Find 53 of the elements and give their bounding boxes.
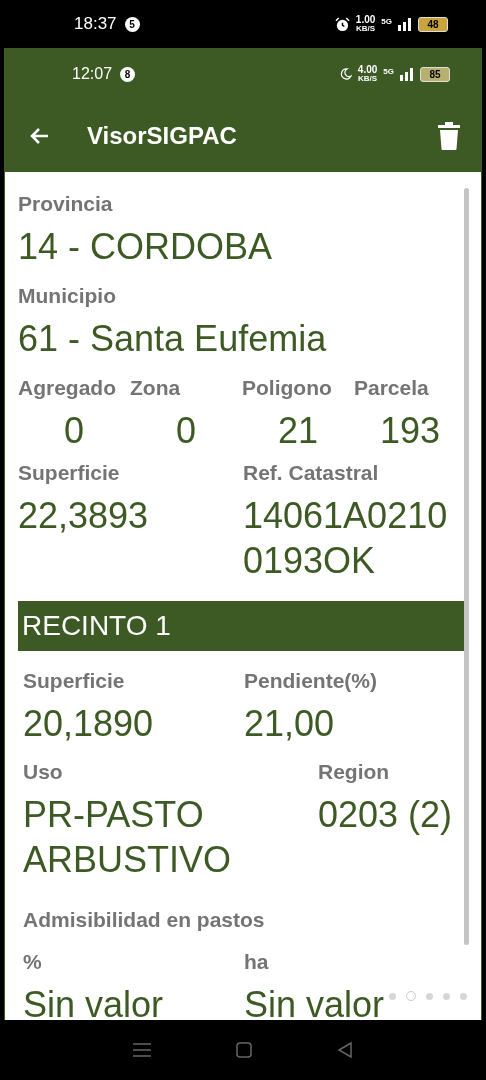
status-time: 12:07 xyxy=(72,65,113,83)
field-label: Municipio xyxy=(18,283,117,309)
network-speed: 1.00 KB/S xyxy=(355,15,376,33)
page-dot[interactable] xyxy=(460,992,467,1000)
field-value: 0193OK xyxy=(243,539,376,583)
field-value: 0 xyxy=(63,409,85,453)
moon-icon xyxy=(339,68,352,80)
field-value: Sin valor xyxy=(23,983,164,1020)
field-value: 21,00 xyxy=(244,702,335,746)
app-title: VisorSIGPAC xyxy=(87,122,238,150)
field-label: Admisibilidad en pastos xyxy=(23,907,266,933)
field-value: 20,1890 xyxy=(23,702,154,746)
field-label: Zona xyxy=(130,375,182,401)
status-time: 18:37 xyxy=(74,14,117,34)
field-label: % xyxy=(23,949,43,975)
page-dot[interactable] xyxy=(443,992,450,1000)
field-value: 22,3893 xyxy=(18,494,149,538)
signal-icon xyxy=(400,67,414,81)
field-value: 61 - Santa Eufemia xyxy=(18,317,327,361)
alarm-icon xyxy=(334,16,350,32)
field-value: 0203 (2) xyxy=(318,793,453,837)
notification-badge: 8 xyxy=(120,66,136,82)
field-label: Pendiente(%) xyxy=(244,668,378,694)
field-label: Uso xyxy=(23,759,64,785)
signal-icon xyxy=(398,17,412,31)
field-label: Parcela xyxy=(354,375,430,401)
field-value: 14061A0210 xyxy=(243,494,448,538)
field-label: Region xyxy=(318,759,391,785)
field-value: 21 xyxy=(276,409,319,453)
network-type: 5G xyxy=(381,17,392,27)
home-icon[interactable] xyxy=(236,1042,252,1058)
back-icon[interactable] xyxy=(337,1042,354,1058)
field-value: 193 xyxy=(378,409,442,453)
field-label: Superficie xyxy=(18,460,121,486)
field-label: Superficie xyxy=(23,668,126,694)
page-dot[interactable] xyxy=(426,992,433,1000)
field-value: 0 xyxy=(175,409,197,453)
network-type: 5G xyxy=(383,67,394,77)
field-value: Sin valor xyxy=(244,983,385,1020)
network-speed: 4.00 KB/S xyxy=(357,65,378,83)
menu-icon[interactable] xyxy=(132,1042,151,1058)
battery-indicator: 48 xyxy=(418,16,448,32)
field-value: 14 - CORDOBA xyxy=(18,225,273,269)
delete-button[interactable] xyxy=(438,122,460,150)
notification-badge: 5 xyxy=(124,16,140,32)
field-label: Provincia xyxy=(18,191,114,217)
field-label: Ref. Catastral xyxy=(243,460,380,486)
battery-indicator: 85 xyxy=(420,66,450,82)
field-label: Agregado xyxy=(18,375,117,401)
field-label: Poligono xyxy=(242,375,333,401)
page-dot[interactable] xyxy=(389,992,396,1000)
field-label: ha xyxy=(244,949,270,975)
field-value: PR-PASTO ARBUSTIVO xyxy=(23,793,233,882)
